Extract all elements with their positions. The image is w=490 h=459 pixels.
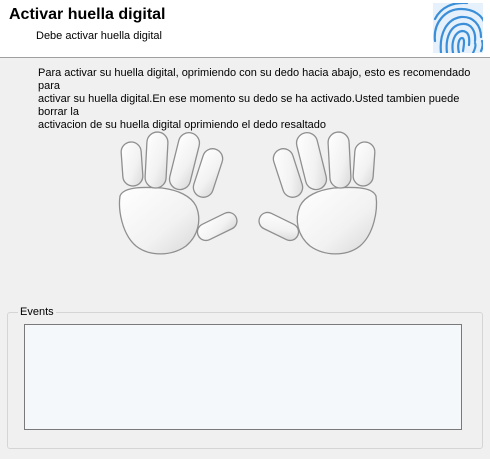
left-thumb[interactable] (195, 210, 240, 244)
right-little-finger[interactable] (352, 141, 376, 187)
right-palm[interactable] (296, 186, 378, 255)
right-thumb[interactable] (256, 210, 301, 244)
left-ring-finger[interactable] (144, 131, 169, 189)
events-label: Events (18, 306, 56, 318)
left-little-finger[interactable] (120, 141, 144, 187)
events-group: Events (7, 306, 483, 449)
fingerprint-icon (433, 3, 483, 53)
wizard-header: Activar huella digital Debe activar huel… (0, 0, 490, 58)
instructions-text: Para activar su huella digital, oprimien… (38, 67, 471, 131)
page-subtitle: Debe activar huella digital (36, 30, 162, 42)
right-ring-finger[interactable] (327, 131, 352, 189)
events-log[interactable] (24, 324, 462, 430)
left-palm[interactable] (118, 186, 200, 255)
page-title: Activar huella digital (9, 6, 166, 23)
hands-diagram (112, 126, 384, 260)
